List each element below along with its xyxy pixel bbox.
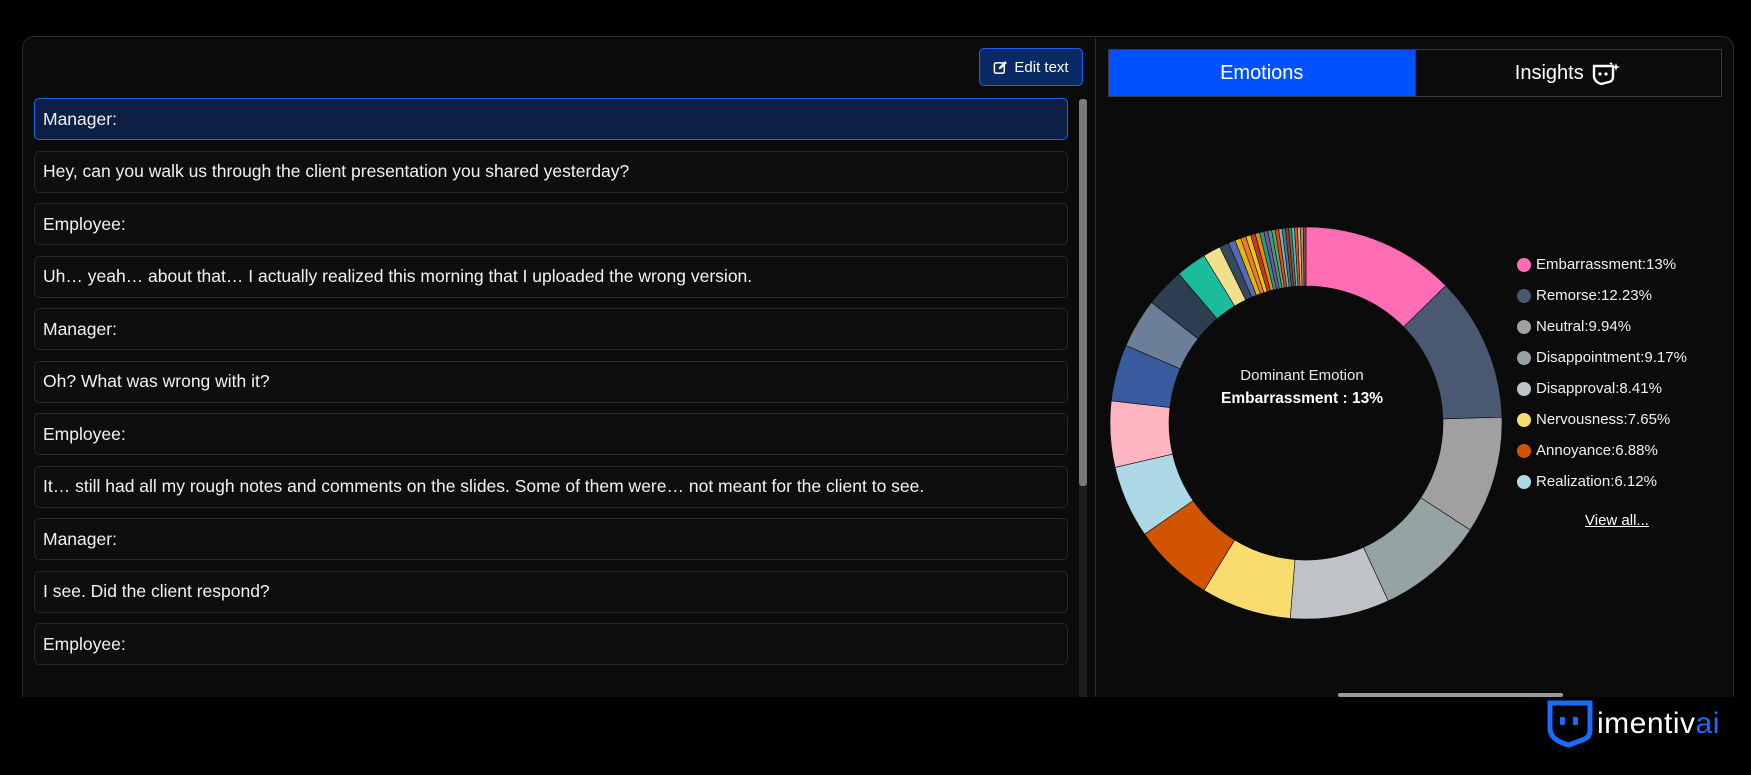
logo-main-text: imentiv <box>1597 707 1696 740</box>
tab-emotions[interactable]: Emotions <box>1109 50 1415 96</box>
view-all-link[interactable]: View all... <box>1585 512 1649 529</box>
legend-item-annoyance[interactable]: Annoyance: 6.88% <box>1517 435 1687 466</box>
legend-label: Nervousness <box>1536 411 1624 428</box>
scrollbar-thumb[interactable] <box>1079 99 1087 486</box>
edit-text-button[interactable]: Edit text <box>979 48 1083 86</box>
legend-value: 9.94 <box>1588 318 1618 335</box>
transcript-row[interactable]: Manager: <box>34 518 1068 560</box>
legend-value: 12.23 <box>1601 287 1639 304</box>
transcript-row[interactable]: Employee: <box>34 413 1068 455</box>
legend-label: Disappointment <box>1536 349 1641 366</box>
tab-insights-label: Insights <box>1514 61 1584 84</box>
legend-percent-sign: % <box>1662 256 1677 273</box>
horizontal-scroll-indicator[interactable] <box>1338 693 1563 697</box>
legend-swatch <box>1517 474 1531 489</box>
legend-item-disapproval[interactable]: Disapproval: 8.41% <box>1517 373 1687 404</box>
legend-swatch <box>1517 257 1531 272</box>
sparkle-face-icon <box>1592 61 1620 85</box>
legend-percent-sign: % <box>1656 411 1671 428</box>
edit-text-label: Edit text <box>1014 58 1069 76</box>
legend-percent-sign: % <box>1617 318 1632 335</box>
legend-item-embarrassment[interactable]: Embarrassment: 13% <box>1517 249 1687 280</box>
logo-wordmark: imentivai <box>1597 707 1720 741</box>
app-window: Edit text Manager: Hey, can you walk us t… <box>22 36 1734 697</box>
transcript-row[interactable]: It… still had all my rough notes and com… <box>34 465 1068 508</box>
legend-value: 7.65 <box>1627 411 1657 428</box>
legend-percent-sign: % <box>1643 473 1657 490</box>
donut-slice-other-34[interactable] <box>1302 226 1307 287</box>
dominant-emotion-value: Embarrassment : 13% <box>1221 390 1383 407</box>
logo-ai-text: ai <box>1695 707 1720 740</box>
legend-label: Realization <box>1536 473 1611 490</box>
dominant-emotion-label: Dominant Emotion <box>1240 367 1364 384</box>
edit-icon <box>994 60 1008 74</box>
legend-value: 6.12 <box>1614 473 1644 490</box>
transcript-row[interactable]: Uh… yeah… about that… I actually realize… <box>34 255 1068 298</box>
transcript-row[interactable]: Employee: <box>34 623 1068 665</box>
legend-swatch <box>1517 288 1531 303</box>
legend-label: Neutral <box>1536 318 1585 335</box>
legend-label: Disapproval <box>1536 380 1616 397</box>
legend-swatch <box>1517 319 1531 334</box>
transcript-row[interactable]: I see. Did the client respond? <box>34 570 1068 613</box>
legend-item-remorse[interactable]: Remorse: 12.23% <box>1517 280 1687 311</box>
transcript-row[interactable]: Oh? What was wrong with it? <box>34 360 1068 403</box>
imentiv-logo: imentivai <box>1547 700 1720 748</box>
tab-insights[interactable]: Insights <box>1414 50 1722 96</box>
transcript-list[interactable]: Manager: Hey, can you walk us through the… <box>34 98 1068 697</box>
emotion-donut-chart <box>1109 226 1503 620</box>
transcript-row[interactable]: Manager: <box>34 308 1068 350</box>
legend-swatch <box>1517 412 1531 427</box>
analysis-panel: Emotions Insights Dominant Emotion Embar… <box>1096 37 1733 697</box>
tab-emotions-label: Emotions <box>1220 61 1304 84</box>
legend-value: 13 <box>1646 256 1663 273</box>
legend-label: Embarrassment <box>1536 256 1642 273</box>
transcript-row[interactable]: Hey, can you walk us through the client … <box>34 150 1068 193</box>
legend-percent-sign: % <box>1648 380 1662 397</box>
tab-bar: Emotions Insights <box>1108 49 1722 97</box>
legend-item-realization[interactable]: Realization: 6.12% <box>1517 466 1687 497</box>
legend-label: Annoyance <box>1536 442 1612 459</box>
legend-swatch <box>1517 443 1531 458</box>
legend-value: 8.41 <box>1619 380 1649 397</box>
transcript-row[interactable]: Manager: <box>34 98 1068 140</box>
legend-value: 6.88 <box>1615 442 1645 459</box>
legend-label: Remorse <box>1536 287 1597 304</box>
legend-item-nervousness[interactable]: Nervousness: 7.65% <box>1517 404 1687 435</box>
legend-swatch <box>1517 381 1531 396</box>
legend-item-neutral[interactable]: Neutral: 9.94% <box>1517 311 1687 342</box>
legend-percent-sign: % <box>1673 349 1687 366</box>
legend-value: 9.17 <box>1644 349 1674 366</box>
legend-item-disappointment[interactable]: Disappointment: 9.17% <box>1517 342 1687 373</box>
legend-percent-sign: % <box>1644 442 1658 459</box>
imentiv-logo-icon <box>1547 700 1593 748</box>
chart-legend: Embarrassment: 13% Remorse: 12.23% Neutral… <box>1517 249 1687 497</box>
transcript-panel: Edit text Manager: Hey, can you walk us t… <box>23 37 1095 697</box>
legend-percent-sign: % <box>1638 287 1652 304</box>
transcript-row[interactable]: Employee: <box>34 203 1068 245</box>
legend-swatch <box>1517 350 1531 365</box>
